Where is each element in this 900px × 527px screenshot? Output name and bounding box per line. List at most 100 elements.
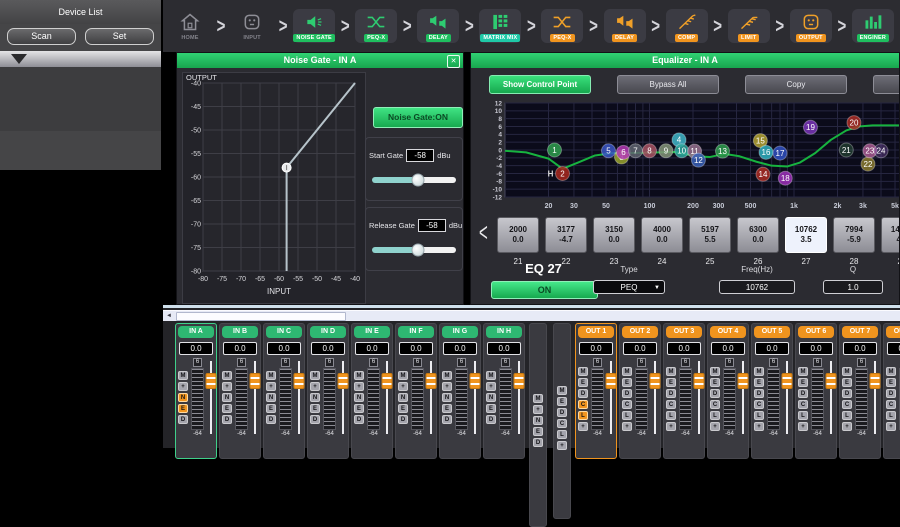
- master-button--[interactable]: +: [557, 441, 567, 450]
- toolbar-item-peq-x[interactable]: PEQ-X: [541, 9, 583, 43]
- channel-button-out-5-l[interactable]: L: [754, 411, 764, 420]
- channel-strip-out-3[interactable]: OUT 30.0MEDCL+6-64: [663, 323, 705, 459]
- channel-button-in-f-m[interactable]: M: [398, 371, 408, 380]
- channel-button-in-g--[interactable]: +: [442, 382, 452, 391]
- eq-point-22[interactable]: 22: [861, 157, 875, 171]
- channel-value[interactable]: 0.0: [355, 342, 389, 355]
- channel-button-in-f-n[interactable]: N: [398, 393, 408, 402]
- fader-track[interactable]: [338, 358, 348, 440]
- freq-field[interactable]: 10762: [719, 280, 795, 294]
- scroll-left-icon[interactable]: ◄: [164, 312, 174, 320]
- toolbar-item-limit[interactable]: LIMIT: [728, 9, 770, 43]
- channel-value[interactable]: 0.0: [223, 342, 257, 355]
- toolbar-item-enginer[interactable]: ENGINER: [852, 9, 894, 43]
- channel-button-in-a-m[interactable]: M: [178, 371, 188, 380]
- channel-button-out-3-c[interactable]: C: [666, 400, 676, 409]
- eq-point-7[interactable]: 7: [629, 144, 643, 158]
- toolbar-item-comp[interactable]: COMP: [666, 9, 708, 43]
- show-control-point-button[interactable]: Show Control Point: [489, 75, 591, 94]
- channel-value[interactable]: 0.0: [579, 342, 613, 355]
- channel-value[interactable]: 0.0: [399, 342, 433, 355]
- channel-button-out-2-l[interactable]: L: [622, 411, 632, 420]
- channel-button-out-4-l[interactable]: L: [710, 411, 720, 420]
- fader-track[interactable]: [650, 358, 660, 440]
- master-button-d[interactable]: D: [533, 438, 543, 447]
- eq-point-12[interactable]: 12: [691, 153, 705, 167]
- channel-button-out-2-e[interactable]: E: [622, 378, 632, 387]
- channel-button-in-d-d[interactable]: D: [310, 415, 320, 424]
- start-gate-slider-knob[interactable]: [412, 174, 425, 187]
- master-button--[interactable]: +: [533, 405, 543, 414]
- channel-button-in-f--[interactable]: +: [398, 382, 408, 391]
- channel-button-in-a-e[interactable]: E: [178, 404, 188, 413]
- scan-button[interactable]: Scan: [7, 28, 76, 45]
- band-button-25[interactable]: 51975.5: [689, 217, 731, 253]
- channel-button-in-a--[interactable]: +: [178, 382, 188, 391]
- band-button-26[interactable]: 63000.0: [737, 217, 779, 253]
- eq-point-18[interactable]: 18: [778, 171, 792, 185]
- toolbar-item-output[interactable]: OUTPUT: [790, 9, 832, 43]
- channel-button-out-6-e[interactable]: E: [798, 378, 808, 387]
- fader-handle[interactable]: [514, 373, 525, 389]
- fader-track[interactable]: [870, 358, 880, 440]
- eq-point-14[interactable]: 14: [756, 167, 770, 181]
- channel-button-in-g-n[interactable]: N: [442, 393, 452, 402]
- master-button-e[interactable]: E: [533, 427, 543, 436]
- channel-button-out-4-c[interactable]: C: [710, 400, 720, 409]
- band-prev-button[interactable]: <: [479, 219, 495, 248]
- channel-strip-out-7[interactable]: OUT 70.0MEDCL+6-64: [839, 323, 881, 459]
- channel-button-in-c-d[interactable]: D: [266, 415, 276, 424]
- fader-track[interactable]: [826, 358, 836, 440]
- fader-handle[interactable]: [206, 373, 217, 389]
- channel-button-out-2-m[interactable]: M: [622, 367, 632, 376]
- channel-button-in-h-e[interactable]: E: [486, 404, 496, 413]
- master-button-c[interactable]: C: [557, 419, 567, 428]
- channel-button-out-1-c[interactable]: C: [578, 400, 588, 409]
- channel-button-out-2-d[interactable]: D: [622, 389, 632, 398]
- toolbar-item-peq-x[interactable]: PEQ-X: [355, 9, 397, 43]
- fader-track[interactable]: [206, 358, 216, 440]
- scrollbar-thumb[interactable]: [176, 312, 346, 321]
- channel-button-out-7-d[interactable]: D: [842, 389, 852, 398]
- channel-strip-out-1[interactable]: OUT 10.0MEDCL+6-64: [575, 323, 617, 459]
- channel-button-in-f-d[interactable]: D: [398, 415, 408, 424]
- toolbar-item-home[interactable]: HOME: [169, 9, 211, 43]
- channel-strip-out-8[interactable]: OUT 80.0MEDCL+6-64: [883, 323, 900, 459]
- fader-track[interactable]: [426, 358, 436, 440]
- band-button-22[interactable]: 3177-4.7: [545, 217, 587, 253]
- channel-button-out-4-m[interactable]: M: [710, 367, 720, 376]
- fader-handle[interactable]: [470, 373, 481, 389]
- fader-handle[interactable]: [694, 373, 705, 389]
- channel-button-out-8-d[interactable]: D: [886, 389, 896, 398]
- channel-value[interactable]: 0.0: [667, 342, 701, 355]
- eq-point-16[interactable]: 16: [759, 145, 773, 159]
- channel-strip-out-4[interactable]: OUT 40.0MEDCL+6-64: [707, 323, 749, 459]
- fader-handle[interactable]: [606, 373, 617, 389]
- master-button-l[interactable]: L: [557, 430, 567, 439]
- channel-button-out-7-l[interactable]: L: [842, 411, 852, 420]
- channel-button-out-6-d[interactable]: D: [798, 389, 808, 398]
- copy-button[interactable]: Copy: [745, 75, 847, 94]
- release-gate-slider-knob[interactable]: [412, 244, 425, 257]
- fader-track[interactable]: [694, 358, 704, 440]
- channel-button-out-3-m[interactable]: M: [666, 367, 676, 376]
- release-gate-value[interactable]: -58: [418, 219, 446, 232]
- channel-button-out-3-e[interactable]: E: [666, 378, 676, 387]
- channel-value[interactable]: 0.0: [443, 342, 477, 355]
- channel-button-out-3-l[interactable]: L: [666, 411, 676, 420]
- channel-button-in-b-d[interactable]: D: [222, 415, 232, 424]
- eq-point-21[interactable]: 21: [839, 143, 853, 157]
- channel-button-in-e-n[interactable]: N: [354, 393, 364, 402]
- fader-handle[interactable]: [782, 373, 793, 389]
- threshold-handle[interactable]: [282, 163, 291, 172]
- fader-handle[interactable]: [426, 373, 437, 389]
- fader-track[interactable]: [250, 358, 260, 440]
- band-button-21[interactable]: 20000.0: [497, 217, 539, 253]
- channel-button-in-d-n[interactable]: N: [310, 393, 320, 402]
- toolbar-item-noise-gate[interactable]: NOISE GATE: [293, 9, 335, 43]
- channel-button-in-h-n[interactable]: N: [486, 393, 496, 402]
- channel-button-in-a-n[interactable]: N: [178, 393, 188, 402]
- channel-button-in-c-m[interactable]: M: [266, 371, 276, 380]
- channel-button-out-5--[interactable]: +: [754, 422, 764, 431]
- channel-button-out-6-l[interactable]: L: [798, 411, 808, 420]
